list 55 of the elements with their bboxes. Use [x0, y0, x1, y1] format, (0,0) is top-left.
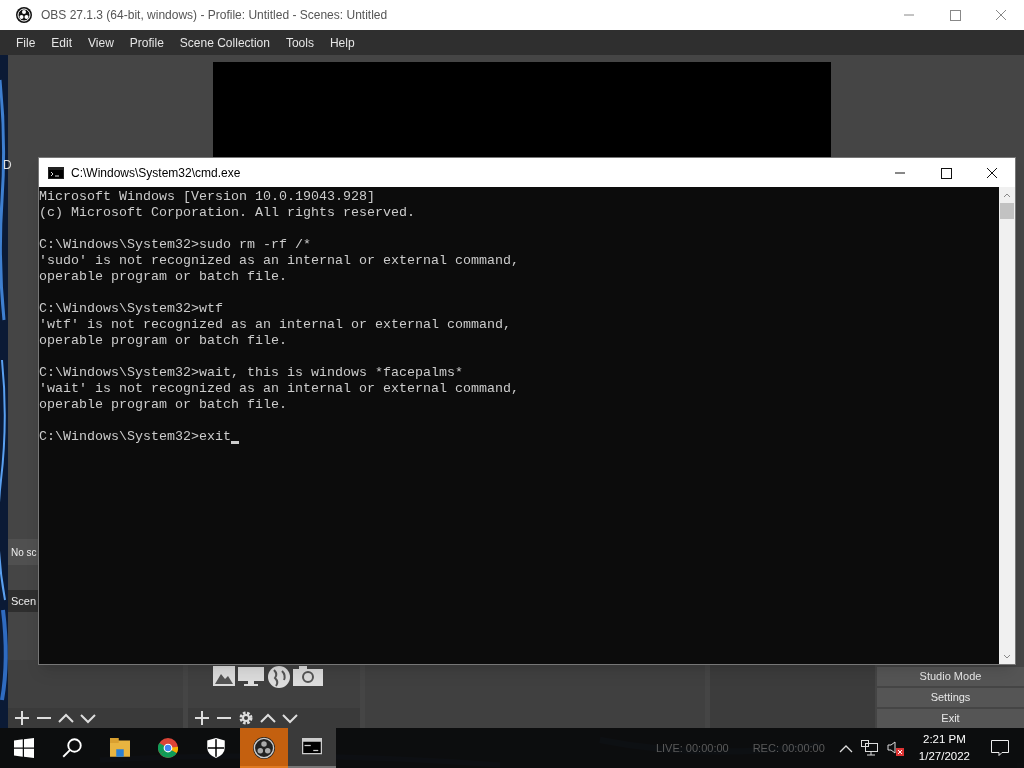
image-icon	[213, 666, 235, 686]
menu-item[interactable]: File	[8, 33, 44, 52]
menu-item[interactable]: Edit	[43, 33, 81, 52]
shield-icon	[206, 738, 226, 758]
terminal-line: operable program or batch file.	[39, 333, 287, 349]
terminal-line: C:\Windows\System32>exit	[39, 429, 231, 445]
add-icon[interactable]	[14, 710, 30, 726]
taskbar-button[interactable]	[240, 728, 288, 768]
window-title: C:\Windows\System32\cmd.exe	[71, 164, 241, 182]
terminal-line: 'wtf' is not recognized as an internal or external command,	[39, 317, 511, 333]
status-text: REC: 00:00:00	[752, 740, 825, 756]
terminal-line: operable program or batch file.	[39, 397, 287, 413]
control-button[interactable]: Studio Mode	[877, 667, 1024, 686]
globe-icon	[267, 666, 291, 688]
control-button[interactable]: Exit	[877, 709, 1024, 728]
terminal-line: C:\Windows\System32>sudo rm -rf /*	[39, 237, 311, 253]
terminal-line: C:\Windows\System32>wtf	[39, 301, 223, 317]
terminal-line: Microsoft Windows [Version 10.0.19043.928]	[39, 189, 375, 205]
scroll-thumb[interactable]	[1000, 203, 1014, 219]
folder-icon	[110, 738, 130, 758]
menu-item[interactable]: View	[80, 33, 122, 52]
chevron-up-icon[interactable]	[838, 743, 853, 753]
network-icon[interactable]	[860, 740, 879, 756]
text-cursor	[230, 441, 239, 444]
terminal-line: (c) Microsoft Corporation. All rights reserved.	[39, 205, 415, 221]
scene-list-item[interactable]: No sc	[8, 539, 38, 565]
terminal-line: operable program or batch file.	[39, 269, 287, 285]
control-button[interactable]: Settings	[877, 688, 1024, 707]
menu-item[interactable]: Profile	[121, 33, 172, 52]
muted-speaker-icon[interactable]	[886, 740, 905, 756]
monitor-icon	[237, 666, 265, 686]
status-text: LIVE: 00:00:00	[655, 740, 729, 756]
clock-time: 2:21 PM	[923, 732, 966, 747]
scrollbar[interactable]	[999, 187, 1015, 664]
panel-title: Scen	[11, 593, 37, 609]
windows-logo-icon	[14, 738, 34, 758]
menu-item[interactable]: Scene Collection	[171, 33, 278, 52]
taskbar-button[interactable]	[288, 728, 336, 768]
menu-item[interactable]: Help	[321, 33, 363, 52]
terminal-line: 'sudo' is not recognized as an internal or external command,	[39, 253, 519, 269]
search-icon	[62, 738, 82, 758]
add-icon[interactable]	[194, 710, 210, 726]
terminal-icon	[48, 166, 64, 179]
chrome-icon	[158, 738, 178, 758]
clock-date: 1/27/2022	[918, 749, 970, 764]
terminal-line: C:\Windows\System32>wait, this is windows *facepalms*	[39, 365, 463, 381]
menu-item[interactable]: Tools	[277, 33, 322, 52]
notification-icon[interactable]	[991, 740, 1009, 756]
window-title: OBS 27.1.3 (64-bit, windows) - Profile: Untitled - Scenes: Untitled	[41, 7, 388, 24]
clock[interactable]: 2:21 PM 1/27/2022	[910, 731, 978, 765]
obs-logo-icon	[253, 737, 275, 759]
camera-icon	[293, 666, 323, 686]
obs-logo-icon	[16, 7, 32, 23]
terminal-line: 'wait' is not recognized as an internal or external command,	[39, 381, 519, 397]
settings-icon[interactable]	[238, 710, 254, 726]
